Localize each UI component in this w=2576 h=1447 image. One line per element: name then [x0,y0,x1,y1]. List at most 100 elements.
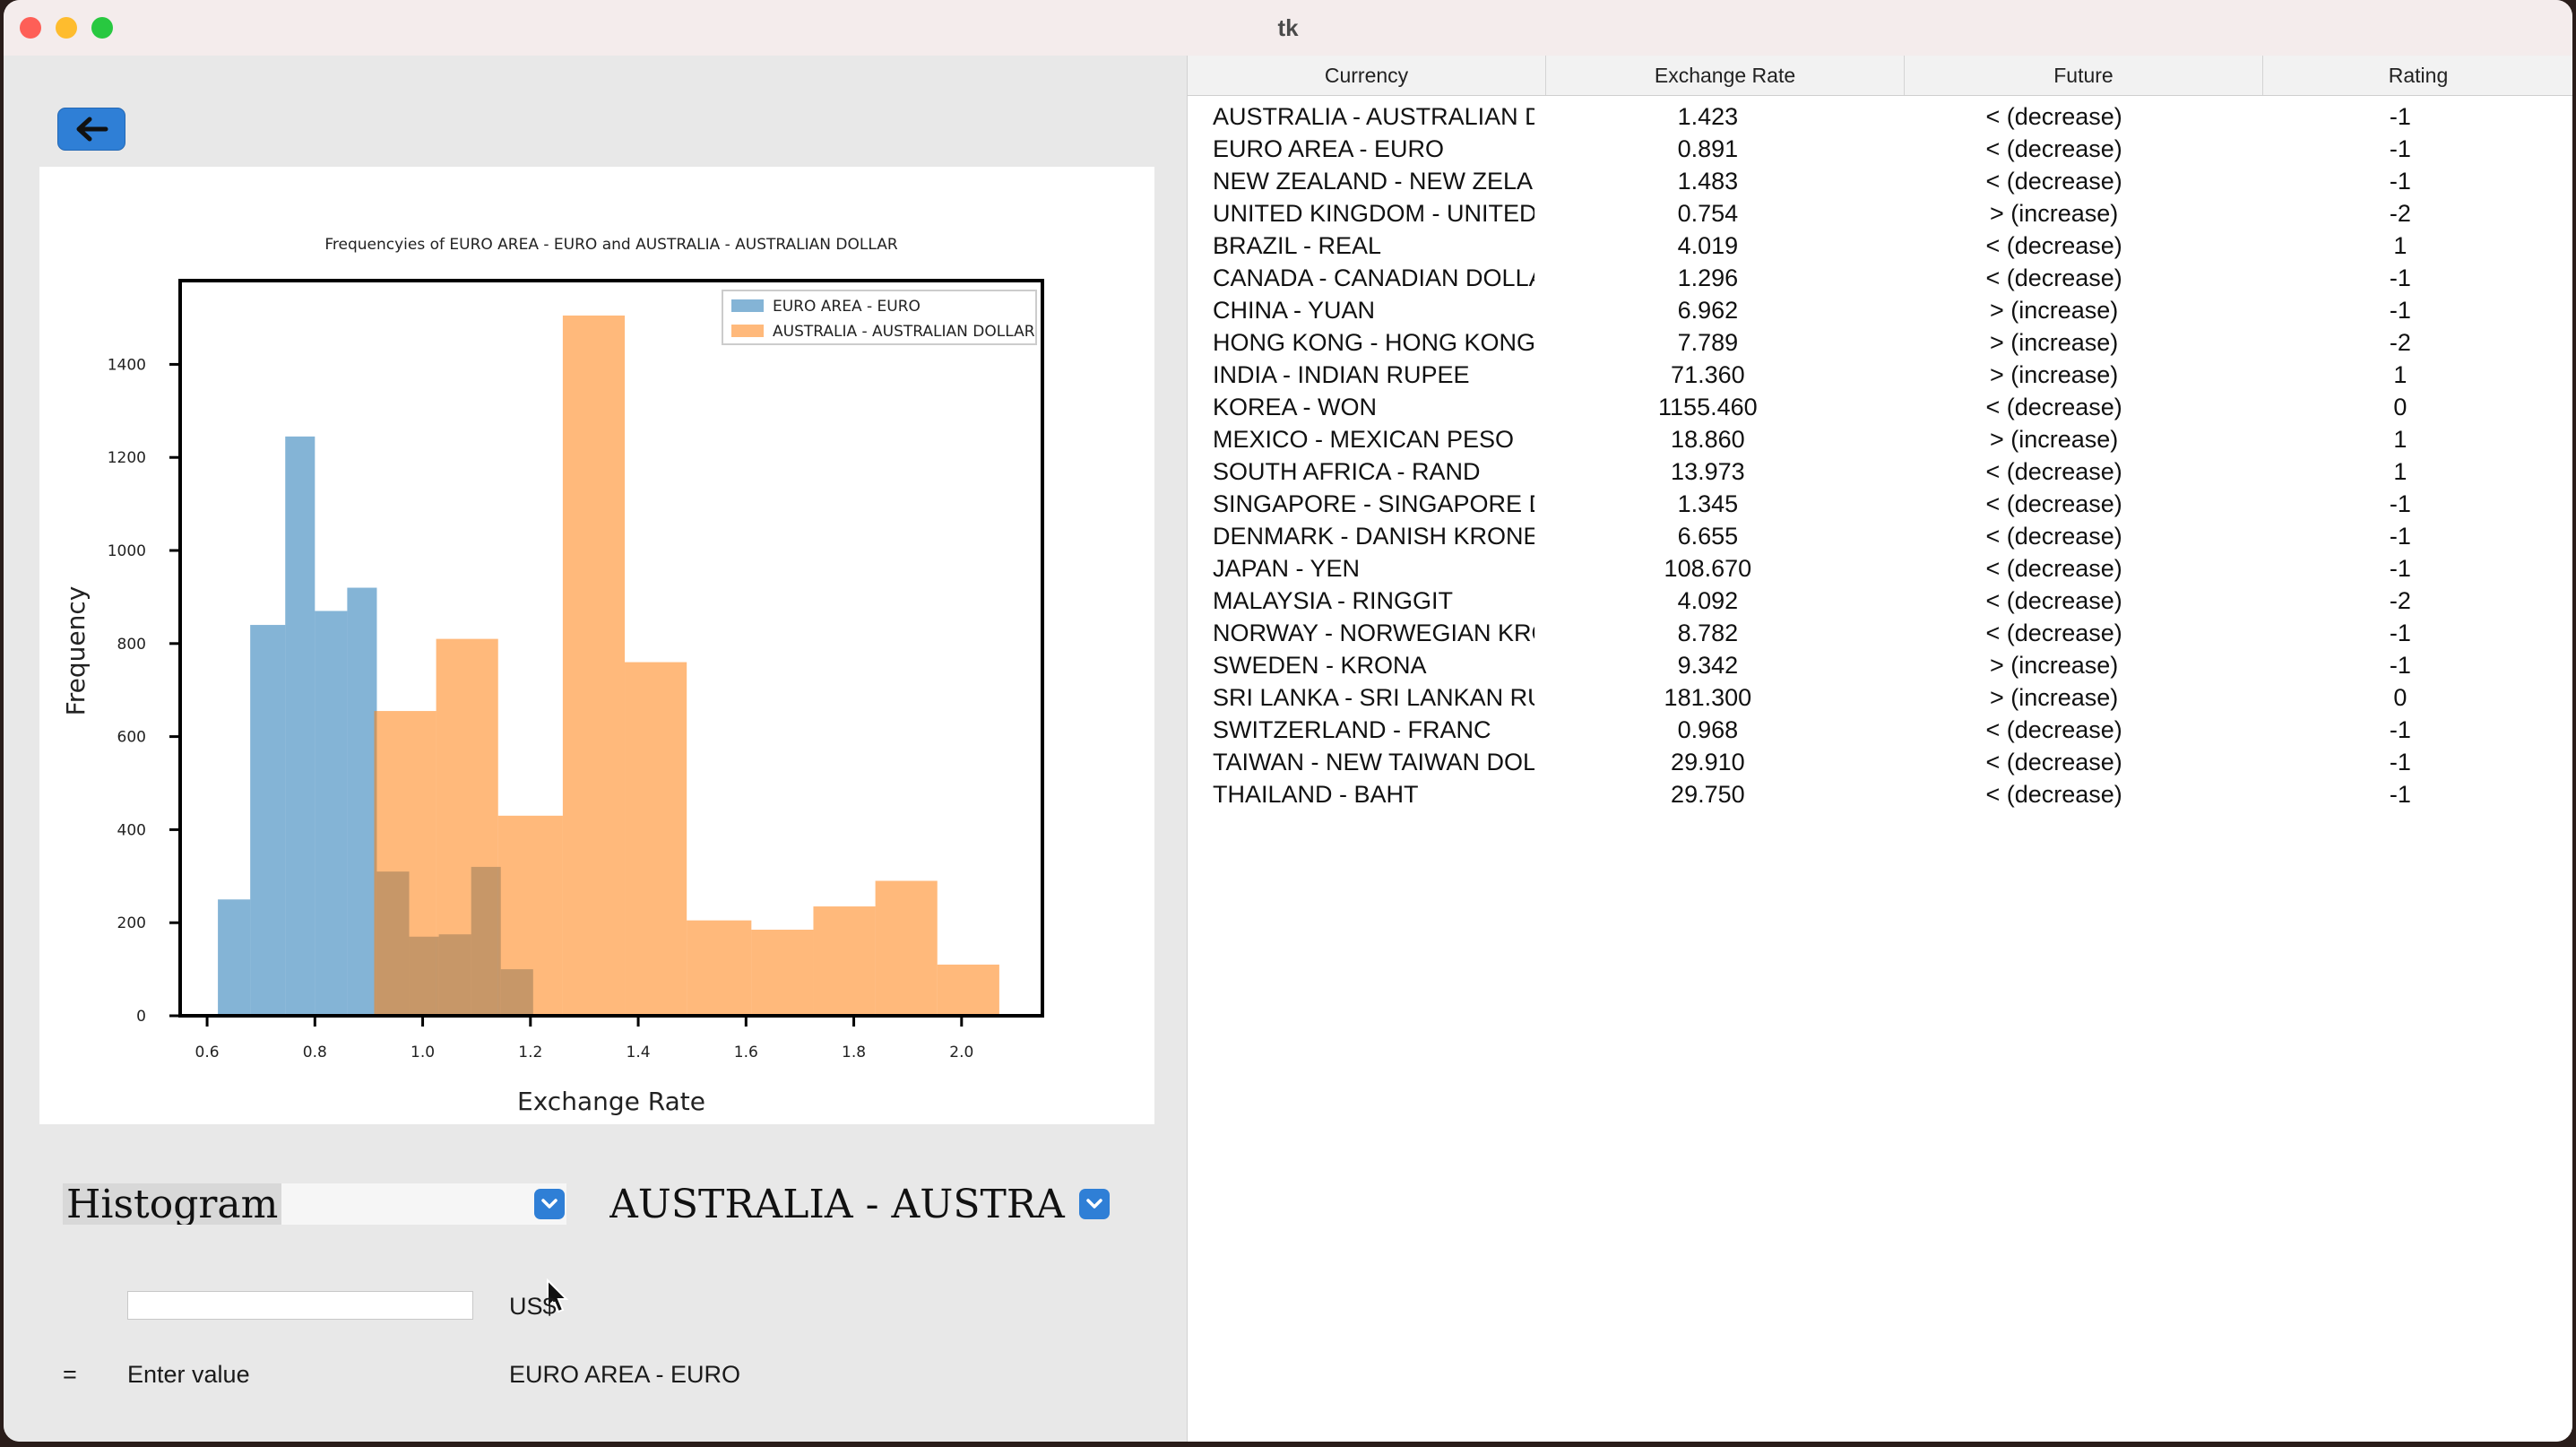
cell-exchange-rate: 4.092 [1677,587,1739,614]
cell-rating: -1 [2389,264,2411,291]
cell-rating: -1 [2389,103,2411,130]
cell-rating: -1 [2389,652,2411,679]
cell-currency: KOREA - WON [1213,394,1378,420]
cell-currency: AUSTRALIA - AUSTRALIAN DO [1213,103,1535,130]
chart-type-select[interactable]: Histogram [63,1183,566,1225]
chart-svg: 0.6 0.8 1.0 1.2 1.4 1.6 1.8 2.0 0 200 400 600 800 100… [61,236,1044,1116]
cell-future: < (decrease) [1985,264,2122,291]
cell-exchange-rate: 29.910 [1671,749,1745,775]
cell-exchange-rate: 1.296 [1677,264,1739,291]
cell-rating: 0 [2393,394,2407,420]
x-tick-label: 1.4 [627,1044,651,1061]
table-row[interactable]: MEXICO - MEXICAN PESO 18.860 > (increase) 1 [1188,423,2572,455]
table-row[interactable]: MALAYSIA - RINGGIT 4.092 < (decrease) -2 [1188,585,2572,617]
y-tick-label: 400 [117,821,146,839]
y-tick-label: 1000 [108,542,146,560]
table-row[interactable]: UNITED KINGDOM - UNITED KI 0.754 > (increa… [1188,197,2572,230]
cell-currency: CHINA - YUAN [1213,297,1376,324]
chevron-down-icon [541,1199,558,1209]
cell-rating: 0 [2393,684,2407,711]
table-row[interactable]: CANADA - CANADIAN DOLLAR 1.296 < (decrease… [1188,262,2572,294]
y-tick-label: 0 [136,1008,146,1026]
cell-currency: NEW ZEALAND - NEW ZELANE [1213,168,1535,195]
currency-select[interactable]: AUSTRALIA - AUSTRA [609,1183,1111,1225]
table-row[interactable]: NORWAY - NORWEGIAN KRON 8.782 < (decrease)… [1188,617,2572,649]
cell-exchange-rate: 4.019 [1677,232,1739,259]
column-header-future[interactable]: Future [1905,56,2263,95]
cell-currency: JAPAN - YEN [1213,555,1361,582]
y-axis-label: Frequency [61,586,91,716]
cell-rating: -1 [2389,620,2411,646]
table-row[interactable]: JAPAN - YEN 108.670 < (decrease) -1 [1188,552,2572,585]
cell-future: < (decrease) [1985,620,2122,646]
cell-future: < (decrease) [1985,103,2122,130]
cell-exchange-rate: 6.962 [1677,297,1739,324]
amount-input[interactable] [127,1291,473,1320]
table-row[interactable]: SWITZERLAND - FRANC 0.968 < (decrease) -1 [1188,714,2572,746]
y-tick-label: 600 [117,729,146,747]
legend-label-aud: AUSTRALIA - AUSTRALIAN DOLLAR [773,323,1035,341]
currency-table: Currency Exchange Rate Future Rating AUS… [1187,56,2572,1442]
aud-histogram-bar [813,906,876,1016]
cell-exchange-rate: 6.655 [1677,523,1739,550]
table-row[interactable]: SWEDEN - KRONA 9.342 > (increase) -1 [1188,649,2572,681]
chart-type-dropdown-button[interactable] [534,1189,565,1219]
euro-histogram-bar [250,625,286,1016]
target-currency-label: EURO AREA - EURO [509,1361,741,1388]
cell-rating: -2 [2389,587,2411,614]
aud-histogram-bar [562,315,626,1016]
cell-exchange-rate: 0.891 [1677,135,1739,162]
cell-currency: TAIWAN - NEW TAIWAN DOLL [1213,749,1535,775]
back-button[interactable] [57,108,125,151]
cell-exchange-rate: 181.300 [1664,684,1752,711]
y-tick-label: 200 [117,914,146,932]
table-row[interactable]: SRI LANKA - SRI LANKAN RUPI 181.300 > (inc… [1188,681,2572,714]
cell-future: < (decrease) [1985,394,2122,420]
cell-exchange-rate: 8.782 [1677,620,1739,646]
app-window: tk 0.6 0.8 1.0 1.2 1.4 1.6 1.8 2.0 0 200 400 600 800… [4,0,2572,1442]
cell-rating: -1 [2389,781,2411,808]
cell-exchange-rate: 0.754 [1677,200,1739,227]
x-tick-label: 0.8 [303,1044,327,1061]
cell-future: < (decrease) [1985,490,2122,517]
table-header: Currency Exchange Rate Future Rating [1188,56,2572,96]
table-row[interactable]: NEW ZEALAND - NEW ZELANE 1.483 < (decrease… [1188,165,2572,197]
table-row[interactable]: HONG KONG - HONG KONG D 7.789 > (increase)… [1188,326,2572,359]
table-row[interactable]: INDIA - INDIAN RUPEE 71.360 > (increase) 1 [1188,359,2572,391]
cell-future: < (decrease) [1985,555,2122,582]
cell-future: > (increase) [1989,426,2119,453]
table-row[interactable]: EURO AREA - EURO 0.891 < (decrease) -1 [1188,133,2572,165]
table-row[interactable]: SOUTH AFRICA - RAND 13.973 < (decrease) 1 [1188,455,2572,488]
table-row[interactable]: DENMARK - DANISH KRONE 6.655 < (decrease) -… [1188,520,2572,552]
cell-future: > (increase) [1989,684,2119,711]
table-row[interactable]: CHINA - YUAN 6.962 > (increase) -1 [1188,294,2572,326]
cell-rating: -1 [2389,523,2411,550]
x-tick-label: 2.0 [949,1044,973,1061]
cell-currency: SWEDEN - KRONA [1213,652,1427,679]
cell-exchange-rate: 13.973 [1671,458,1745,485]
cell-rating: -1 [2389,555,2411,582]
table-row[interactable]: AUSTRALIA - AUSTRALIAN DO 1.423 < (decreas… [1188,100,2572,133]
x-tick-label: 1.0 [411,1044,435,1061]
cell-rating: -1 [2389,168,2411,195]
table-row[interactable]: KOREA - WON 1155.460 < (decrease) 0 [1188,391,2572,423]
cell-exchange-rate: 9.342 [1677,652,1739,679]
column-header-rating[interactable]: Rating [2263,56,2572,95]
cell-future: < (decrease) [1985,168,2122,195]
cell-currency: THAILAND - BAHT [1213,781,1419,808]
column-header-currency[interactable]: Currency [1188,56,1546,95]
cell-exchange-rate: 29.750 [1671,781,1745,808]
table-row[interactable]: SINGAPORE - SINGAPORE DOI 1.345 < (decreas… [1188,488,2572,520]
table-row[interactable]: TAIWAN - NEW TAIWAN DOLL 29.910 < (decreas… [1188,746,2572,778]
cell-exchange-rate: 18.860 [1671,426,1745,453]
column-header-exchange-rate[interactable]: Exchange Rate [1546,56,1905,95]
cell-future: < (decrease) [1985,781,2122,808]
y-tick-label: 1400 [108,356,146,374]
aud-histogram-bar [751,929,814,1016]
table-row[interactable]: THAILAND - BAHT 29.750 < (decrease) -1 [1188,778,2572,810]
cell-rating: 1 [2393,426,2407,453]
cell-exchange-rate: 71.360 [1671,361,1745,388]
currency-dropdown-button[interactable] [1079,1189,1110,1219]
histogram-chart: 0.6 0.8 1.0 1.2 1.4 1.6 1.8 2.0 0 200 400 600 800 100… [39,167,1154,1124]
table-row[interactable]: BRAZIL - REAL 4.019 < (decrease) 1 [1188,230,2572,262]
